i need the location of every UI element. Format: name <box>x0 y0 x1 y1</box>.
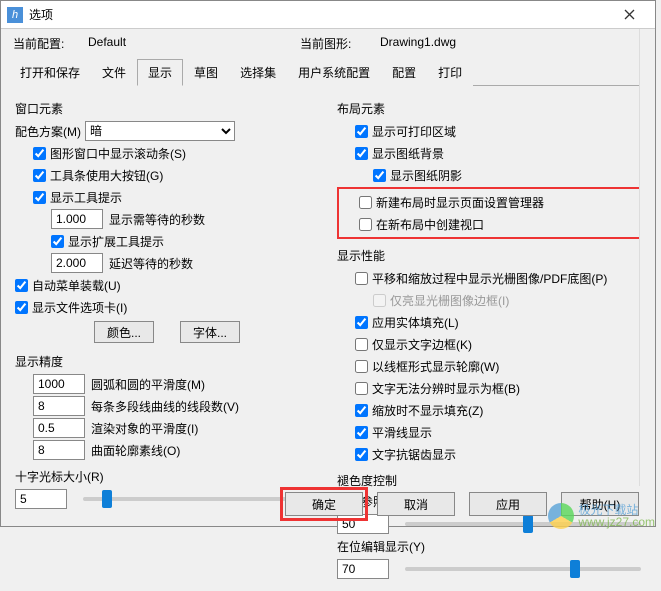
font-button[interactable]: 字体... <box>180 321 240 343</box>
ext-tooltips-checkbox[interactable] <box>51 235 64 248</box>
poly-label: 每条多段线曲线的线段数(V) <box>91 398 239 415</box>
no-solid-zoom-checkbox[interactable] <box>355 404 368 417</box>
tooltips-label: 显示工具提示 <box>50 189 122 206</box>
tab-selection[interactable]: 选择集 <box>229 59 287 86</box>
highlight-border-checkbox <box>373 294 386 307</box>
drawing-value: Drawing1.dwg <box>380 35 456 52</box>
text-frame-checkbox[interactable] <box>355 338 368 351</box>
app-icon: h <box>7 7 23 23</box>
file-tabs-label: 显示文件选项卡(I) <box>32 299 127 316</box>
auto-menu-label: 自动菜单装载(U) <box>32 277 121 294</box>
paper-shadow-label: 显示图纸阴影 <box>390 167 462 184</box>
wireframe-checkbox[interactable] <box>355 360 368 373</box>
help-button[interactable]: 帮助(H) <box>561 492 639 516</box>
create-viewport-label: 在新布局中创建视口 <box>376 216 484 233</box>
printable-checkbox[interactable] <box>355 125 368 138</box>
page-setup-checkbox[interactable] <box>359 196 372 209</box>
color-scheme-label: 配色方案(M) <box>15 123 81 140</box>
tab-files[interactable]: 文件 <box>91 59 137 86</box>
big-buttons-label: 工具条使用大按钮(G) <box>50 167 163 184</box>
inplace-label: 在位编辑显示(Y) <box>337 538 641 555</box>
highlight-border-label: 仅亮显光栅图像边框(I) <box>390 292 509 309</box>
printable-label: 显示可打印区域 <box>372 123 456 140</box>
tab-user-prefs[interactable]: 用户系统配置 <box>287 59 381 86</box>
scrollbars-checkbox[interactable] <box>33 147 46 160</box>
delay-seconds-input[interactable] <box>51 253 103 273</box>
ok-button[interactable]: 确定 <box>285 492 363 516</box>
slider-thumb[interactable] <box>523 515 533 533</box>
drawing-label: 当前图形: <box>300 35 380 52</box>
page-setup-label: 新建布局时显示页面设置管理器 <box>376 194 544 211</box>
wait-seconds-input[interactable] <box>51 209 103 229</box>
config-label: 当前配置: <box>13 35 88 52</box>
xref-input[interactable] <box>337 514 389 534</box>
antialias-label: 文字抗锯齿显示 <box>372 446 456 463</box>
scrollbar[interactable] <box>639 29 655 486</box>
performance-title: 显示性能 <box>337 247 641 264</box>
tab-print[interactable]: 打印 <box>427 59 473 86</box>
arc-input[interactable] <box>33 374 85 394</box>
tab-profiles[interactable]: 配置 <box>381 59 427 86</box>
layout-title: 布局元素 <box>337 100 641 117</box>
slider-thumb[interactable] <box>102 490 112 508</box>
color-scheme-select[interactable]: 暗 <box>85 121 235 141</box>
tab-bar: 打开和保存 文件 显示 草图 选择集 用户系统配置 配置 打印 <box>9 58 647 86</box>
fade-title: 褪色度控制 <box>337 472 641 489</box>
close-icon <box>624 9 635 20</box>
solid-fill-checkbox[interactable] <box>355 316 368 329</box>
tab-open-save[interactable]: 打开和保存 <box>9 59 91 86</box>
tab-display[interactable]: 显示 <box>137 59 183 86</box>
window-elements-title: 窗口元素 <box>15 100 319 117</box>
cancel-button[interactable]: 取消 <box>377 492 455 516</box>
render-input[interactable] <box>33 418 85 438</box>
smooth-line-checkbox[interactable] <box>355 426 368 439</box>
solid-fill-label: 应用实体填充(L) <box>372 314 459 331</box>
tab-draft[interactable]: 草图 <box>183 59 229 86</box>
smooth-line-label: 平滑线显示 <box>372 424 432 441</box>
scrollbars-label: 图形窗口中显示滚动条(S) <box>50 145 186 162</box>
render-label: 渲染对象的平滑度(I) <box>91 420 198 437</box>
crosshair-input[interactable] <box>15 489 67 509</box>
crosshair-title: 十字光标大小(R) <box>15 468 319 485</box>
auto-menu-checkbox[interactable] <box>15 279 28 292</box>
pan-zoom-checkbox[interactable] <box>355 272 368 285</box>
inplace-slider[interactable] <box>405 567 641 571</box>
paper-shadow-checkbox[interactable] <box>373 169 386 182</box>
apply-button[interactable]: 应用 <box>469 492 547 516</box>
antialias-checkbox[interactable] <box>355 448 368 461</box>
contour-label: 曲面轮廓素线(O) <box>91 442 180 459</box>
crosshair-slider[interactable] <box>83 497 319 501</box>
tooltips-checkbox[interactable] <box>33 191 46 204</box>
text-frame-label: 仅显示文字边框(K) <box>372 336 472 353</box>
config-value: Default <box>88 35 300 52</box>
inplace-input[interactable] <box>337 559 389 579</box>
window-title: 选项 <box>29 6 609 23</box>
arc-label: 圆弧和圆的平滑度(M) <box>91 376 205 393</box>
close-button[interactable] <box>609 3 649 27</box>
low-res-text-label: 文字无法分辨时显示为框(B) <box>372 380 520 397</box>
file-tabs-checkbox[interactable] <box>15 301 28 314</box>
paper-bg-checkbox[interactable] <box>355 147 368 160</box>
slider-thumb[interactable] <box>570 560 580 578</box>
low-res-text-checkbox[interactable] <box>355 382 368 395</box>
create-viewport-checkbox[interactable] <box>359 218 372 231</box>
wait-seconds-label: 显示需等待的秒数 <box>109 211 205 228</box>
highlight-box-layout: 新建布局时显示页面设置管理器 在新布局中创建视口 <box>337 187 641 239</box>
pan-zoom-label: 平移和缩放过程中显示光栅图像/PDF底图(P) <box>372 270 607 287</box>
wireframe-label: 以线框形式显示轮廓(W) <box>372 358 499 375</box>
contour-input[interactable] <box>33 440 85 460</box>
color-button[interactable]: 颜色... <box>94 321 154 343</box>
big-buttons-checkbox[interactable] <box>33 169 46 182</box>
precision-title: 显示精度 <box>15 353 319 370</box>
no-solid-zoom-label: 缩放时不显示填充(Z) <box>372 402 483 419</box>
poly-input[interactable] <box>33 396 85 416</box>
paper-bg-label: 显示图纸背景 <box>372 145 444 162</box>
ext-tooltips-label: 显示扩展工具提示 <box>68 233 164 250</box>
xref-slider[interactable] <box>405 522 641 526</box>
delay-seconds-label: 延迟等待的秒数 <box>109 255 193 272</box>
